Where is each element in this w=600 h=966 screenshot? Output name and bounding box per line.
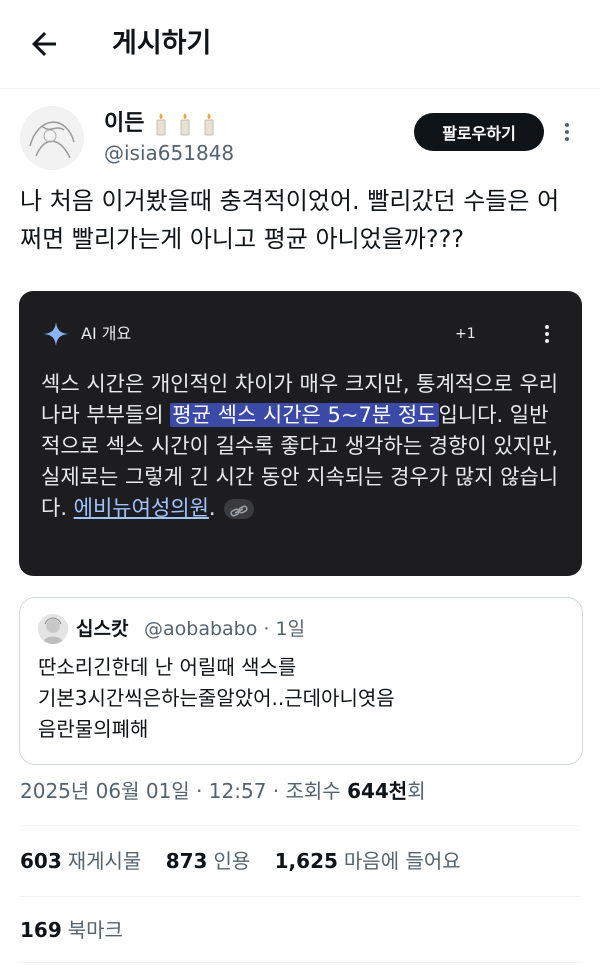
quote-line: 음란물의폐해 [38,717,149,741]
candle-icon [204,113,214,136]
top-bar: 게시하기 [0,0,600,89]
page-title: 게시하기 [112,28,212,59]
author-name[interactable]: 이든 [104,110,216,138]
ai-overview-card: AI 개요 +1 섹스 시간은 개인적인 차이가 매우 크지만, 통계적으로 우… [19,291,582,576]
retweet-count: 603 [20,849,62,873]
view-suffix: 회 [407,779,426,803]
view-count: 644천 [347,779,408,803]
engagement-stats: 603 재게시물 873 인용 1,625 마음에 들어요 [20,846,479,876]
quote-label: 인용 [213,849,251,873]
tweet-meta: 2025년 06월 01일 · 12:57 · 조회수 644천회 [20,776,426,806]
source-link[interactable]: 에비뉴여성의원 [74,496,209,520]
ai-period: . [208,496,216,520]
like-label: 마음에 들어요 [343,849,461,873]
quote-avatar [38,614,68,644]
quote-stat[interactable]: 873 인용 [166,849,251,873]
author-name-text: 이든 [104,111,145,136]
ai-highlight: 평균 섹스 시간은 5~7분 정도 [170,403,439,427]
quoted-tweet[interactable]: 십스캇 @aobababo · 1일 딴소리긴한데 난 어릴때 색스를 기본3시… [19,597,583,765]
retweet-stat[interactable]: 603 재게시물 [20,849,141,873]
candle-icon [180,113,190,136]
like-count: 1,625 [274,849,338,873]
author-avatar[interactable] [20,106,84,170]
bookmark-label: 북마크 [67,918,123,942]
more-options-icon[interactable] [560,120,574,144]
quote-line: 딴소리긴한데 난 어릴때 색스를 [38,655,297,679]
more-options-icon[interactable] [543,323,551,345]
divider [20,825,580,826]
like-stat[interactable]: 1,625 마음에 들어요 [275,849,461,873]
bookmark-stat[interactable]: 169 북마크 [20,915,123,945]
tweet-text: 나 처음 이거봤을때 충격적이었어. 빨리갔던 수들은 어쩌면 빨리가는게 아니… [20,187,560,253]
quote-count: 873 [165,849,208,873]
link-icon[interactable] [223,499,254,519]
retweet-label: 재게시물 [67,849,142,873]
divider [20,896,580,897]
timestamp[interactable]: 2025년 06월 01일 · 12:57 · 조회수 [20,779,347,803]
ai-overview-count[interactable]: +1 [455,321,476,347]
follow-button[interactable]: 팔로우하기 [414,113,544,151]
bookmark-count: 169 [20,918,62,942]
sparkle-icon [44,322,68,346]
arrow-left-icon[interactable] [26,26,62,62]
quote-author-handle: @aobababo · 1일 [144,618,306,640]
quote-line: 기본3시간씩은하는줄알았어..근데아니엿음 [38,686,395,710]
candle-icon [156,113,166,136]
divider [20,962,580,963]
author-handle[interactable]: @isia651848 [104,140,234,166]
ai-overview-title: AI 개요 [81,324,132,343]
quote-text: 딴소리긴한데 난 어릴때 색스를 기본3시간씩은하는줄알았어..근데아니엿음 음… [38,652,558,745]
ai-overview-body: 섹스 시간은 개인적인 차이가 매우 크지만, 통계적으로 우리나라 부부들의 … [41,369,566,524]
quote-author-name: 십스캇 [76,618,129,640]
